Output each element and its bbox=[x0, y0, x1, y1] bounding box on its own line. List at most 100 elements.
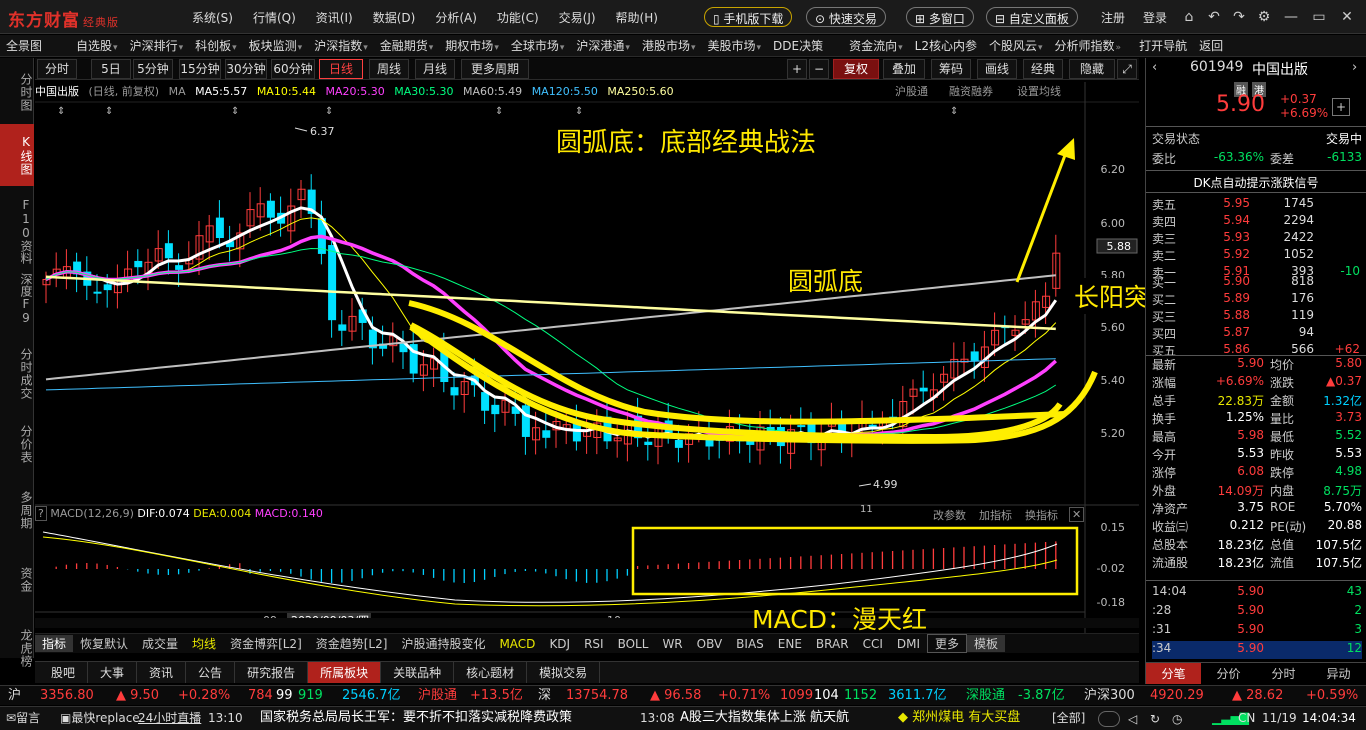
indicator-tab[interactable]: 沪股通持股变化 bbox=[394, 635, 492, 652]
nav-capital-flow[interactable]: 资金流向▾ bbox=[843, 37, 909, 54]
next-stock-icon[interactable]: › bbox=[1352, 60, 1357, 75]
left-nav-timeshare[interactable]: 分时图 bbox=[0, 64, 34, 120]
hide-button[interactable]: 隐藏 bbox=[1069, 59, 1115, 79]
bid-row[interactable]: 买二 5.89 176 bbox=[1152, 291, 1362, 309]
indicator-tab[interactable]: CCI bbox=[856, 637, 890, 651]
menu-item-analysis[interactable]: 分析(A) bbox=[435, 9, 477, 26]
indicator-tab[interactable]: DMI bbox=[890, 637, 927, 651]
tab-notices[interactable]: 公告 bbox=[186, 662, 236, 683]
quick-reply-button[interactable]: ▣最快replace bbox=[60, 707, 140, 729]
prev-stock-icon[interactable]: ‹ bbox=[1152, 60, 1157, 75]
nav-connect[interactable]: 沪深港通▾ bbox=[570, 37, 636, 54]
nav-sector-monitor[interactable]: 板块监测▾ bbox=[243, 37, 309, 54]
tab-forum[interactable]: 股吧 bbox=[35, 662, 89, 683]
multi-window-button[interactable]: ⊞ 多窗口 bbox=[906, 7, 974, 27]
volume-icon[interactable]: ◁ bbox=[1128, 708, 1137, 730]
add-indicator-link[interactable]: 加指标 bbox=[979, 507, 1012, 523]
zoom-out-button[interactable]: − bbox=[809, 59, 829, 79]
nav-hk[interactable]: 港股市场▾ bbox=[636, 37, 702, 54]
nav-futures[interactable]: 金融期货▾ bbox=[374, 37, 440, 54]
menu-item-help[interactable]: 帮助(H) bbox=[616, 9, 658, 26]
adjust-button[interactable]: 复权 bbox=[833, 59, 879, 79]
indicator-tab[interactable]: 指标 bbox=[35, 635, 74, 652]
indicator-more[interactable]: 更多 bbox=[927, 634, 968, 653]
indicator-tab[interactable]: ENE bbox=[771, 637, 809, 651]
left-nav-dragon-tiger[interactable]: 龙虎榜 bbox=[0, 620, 34, 676]
custom-panel-button[interactable]: ⊟ 自定义面板 bbox=[986, 7, 1078, 27]
period-daily[interactable]: 日线 bbox=[319, 59, 363, 79]
tab-events[interactable]: 大事 bbox=[88, 662, 138, 683]
tab-price-vol[interactable]: 分价 bbox=[1201, 663, 1256, 684]
nav-options[interactable]: 期权市场▾ bbox=[439, 37, 505, 54]
tab-sim-trade[interactable]: 模拟交易 bbox=[527, 662, 601, 683]
indicator-template[interactable]: 模板 bbox=[967, 635, 1006, 652]
ask-row[interactable]: 卖二 5.92 1052 bbox=[1152, 247, 1362, 265]
menu-item-system[interactable]: 系统(S) bbox=[192, 9, 233, 26]
quick-trade-button[interactable]: ⊙ 快速交易 bbox=[806, 7, 886, 27]
left-nav-depth[interactable]: 深度F9 bbox=[0, 268, 34, 330]
set-ma-link[interactable]: 设置均线 bbox=[1017, 83, 1061, 99]
nav-open[interactable]: 打开导航 bbox=[1133, 37, 1193, 54]
news-headline-1[interactable]: 国家税务总局局长王军：要不折不扣落实减税降费政策 bbox=[260, 707, 572, 729]
tab-related[interactable]: 关联品种 bbox=[381, 662, 455, 683]
nav-panorama[interactable]: 全景图 bbox=[0, 37, 48, 54]
add-watchlist-icon[interactable]: + bbox=[1332, 98, 1350, 116]
period-weekly[interactable]: 周线 bbox=[369, 59, 409, 79]
register-link[interactable]: 注册 bbox=[1101, 9, 1125, 26]
maximize-icon[interactable]: ▭ bbox=[1308, 6, 1330, 28]
indicator-tab-macd[interactable]: MACD bbox=[492, 637, 542, 651]
help-icon[interactable]: ? bbox=[35, 506, 47, 521]
ask-row[interactable]: 卖四 5.94 2294 bbox=[1152, 213, 1362, 231]
news-headline-2[interactable]: A股三大指数集体上涨 航天航 bbox=[680, 707, 849, 729]
menu-item-quotes[interactable]: 行情(Q) bbox=[253, 9, 296, 26]
ask-row[interactable]: 卖三 5.93 2422 bbox=[1152, 230, 1362, 248]
left-nav-multi-period[interactable]: 多周期 bbox=[0, 482, 34, 538]
indicator-tab[interactable]: 资金博弈[L2] bbox=[223, 635, 309, 652]
nav-global[interactable]: 全球市场▾ bbox=[505, 37, 571, 54]
zoom-in-button[interactable]: + bbox=[787, 59, 807, 79]
menu-item-trade[interactable]: 交易(J) bbox=[559, 9, 596, 26]
period-60min[interactable]: 60分钟 bbox=[271, 59, 315, 79]
live-link[interactable]: 24小时直播 bbox=[138, 707, 201, 729]
indicator-tab[interactable]: BOLL bbox=[611, 637, 656, 651]
nav-stock-news[interactable]: 个股风云▾ bbox=[983, 37, 1049, 54]
left-nav-price-table[interactable]: 分价表 bbox=[0, 416, 34, 472]
ask-row[interactable]: 卖五 5.95 1745 bbox=[1152, 196, 1362, 214]
period-5min[interactable]: 5分钟 bbox=[133, 59, 173, 79]
tab-news[interactable]: 资讯 bbox=[137, 662, 187, 683]
indicator-tab[interactable]: WR bbox=[655, 637, 689, 651]
stock-alert[interactable]: ◆ 郑州煤电 有大买盘 bbox=[898, 707, 1020, 729]
settings-icon[interactable]: ⚙ bbox=[1253, 6, 1275, 28]
nav-analyst[interactable]: 分析师指数» bbox=[1049, 37, 1128, 54]
period-monthly[interactable]: 月线 bbox=[415, 59, 455, 79]
chart-scrollbar[interactable] bbox=[35, 618, 1139, 628]
left-nav-kline[interactable]: K线图 bbox=[0, 124, 34, 186]
alert-filter[interactable]: [全部] bbox=[1052, 707, 1085, 729]
indicator-tab[interactable]: BIAS bbox=[729, 637, 771, 651]
menu-item-news[interactable]: 资讯(I) bbox=[316, 9, 353, 26]
hgt-link[interactable]: 沪股通 bbox=[895, 83, 928, 99]
indicator-tab[interactable]: 恢复默认 bbox=[73, 635, 135, 652]
nav-star-market[interactable]: 科创板▾ bbox=[189, 37, 243, 54]
tab-research[interactable]: 研究报告 bbox=[235, 662, 309, 683]
menu-item-data[interactable]: 数据(D) bbox=[373, 9, 416, 26]
close-icon[interactable]: ✕ bbox=[1336, 6, 1358, 28]
left-nav-capital[interactable]: 资金 bbox=[0, 558, 34, 602]
classic-button[interactable]: 经典 bbox=[1023, 59, 1063, 79]
login-link[interactable]: 登录 bbox=[1143, 9, 1167, 26]
bid-row[interactable]: 买四 5.87 94 bbox=[1152, 325, 1362, 343]
nav-back[interactable]: 返回 bbox=[1193, 37, 1229, 54]
indicator-tab[interactable]: OBV bbox=[690, 637, 730, 651]
left-nav-f10[interactable]: F10资料 bbox=[0, 198, 34, 264]
nav-l2[interactable]: L2核心内参 bbox=[909, 37, 983, 54]
home-icon[interactable]: ⌂ bbox=[1178, 6, 1200, 28]
indicator-tab[interactable]: RSI bbox=[577, 637, 611, 651]
kline-chart[interactable]: ⇕ ⇕ ⇕ ⇕ ⇕ ⇕ ⇕ 6.20 6.00 5.88 5.80 5.60 5.40 5.… bbox=[35, 82, 1139, 642]
indicator-tab[interactable]: KDJ bbox=[542, 637, 577, 651]
back-icon[interactable]: ↶ bbox=[1203, 6, 1225, 28]
tab-alerts[interactable]: 异动 bbox=[1311, 663, 1366, 684]
close-icon[interactable]: ✕ bbox=[1069, 507, 1085, 522]
nav-ranking[interactable]: 沪深排行▾ bbox=[124, 37, 190, 54]
clock-icon[interactable]: ◷ bbox=[1172, 708, 1182, 730]
tab-ticks[interactable]: 分笔 bbox=[1146, 663, 1201, 684]
